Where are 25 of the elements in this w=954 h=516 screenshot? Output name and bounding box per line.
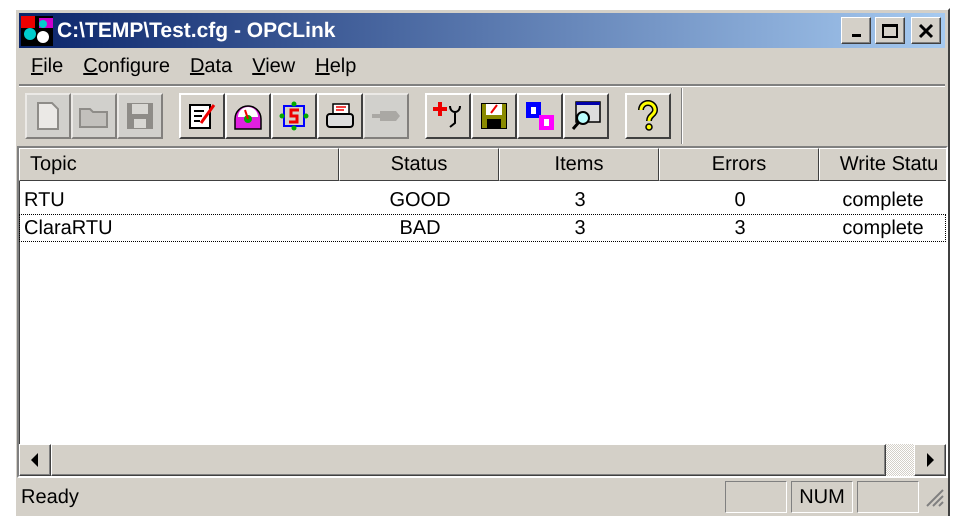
menu-item[interactable]: File <box>23 52 72 80</box>
table-row[interactable]: ClaraRTU BAD 3 3 complete <box>19 214 946 242</box>
column-header[interactable]: Items <box>499 148 659 181</box>
table-cell-text: 0 <box>733 188 747 213</box>
table-cell-text: BAD <box>398 216 442 241</box>
menu-item[interactable]: Data <box>182 52 240 80</box>
table-cell-text: RTU <box>23 188 66 213</box>
table-row[interactable]: RTU GOOD 3 0 complete <box>19 186 946 214</box>
status-indicator: NUM <box>791 481 853 513</box>
column-header[interactable]: Status <box>339 148 499 181</box>
table-cell-text: 3 <box>733 216 747 241</box>
menu-item[interactable]: Configure <box>75 52 178 80</box>
menu-item[interactable]: Help <box>307 52 364 80</box>
table-cell-text: complete <box>841 188 925 213</box>
table-cell-text: ClaraRTU <box>23 216 114 241</box>
column-header[interactable]: Errors <box>659 148 819 181</box>
table-cell-text: GOOD <box>388 188 452 213</box>
column-header[interactable]: Topic <box>19 148 339 181</box>
table-cell-text: 3 <box>573 188 587 213</box>
window-title: C:\TEMP\Test.cfg - OPCLink <box>57 18 336 42</box>
status-text: Ready <box>21 486 80 508</box>
menu-item[interactable]: View <box>244 52 304 80</box>
table-cell-text: complete <box>841 216 925 241</box>
column-header[interactable]: Write Statu <box>819 148 946 181</box>
table-cell-text: 3 <box>573 216 587 241</box>
